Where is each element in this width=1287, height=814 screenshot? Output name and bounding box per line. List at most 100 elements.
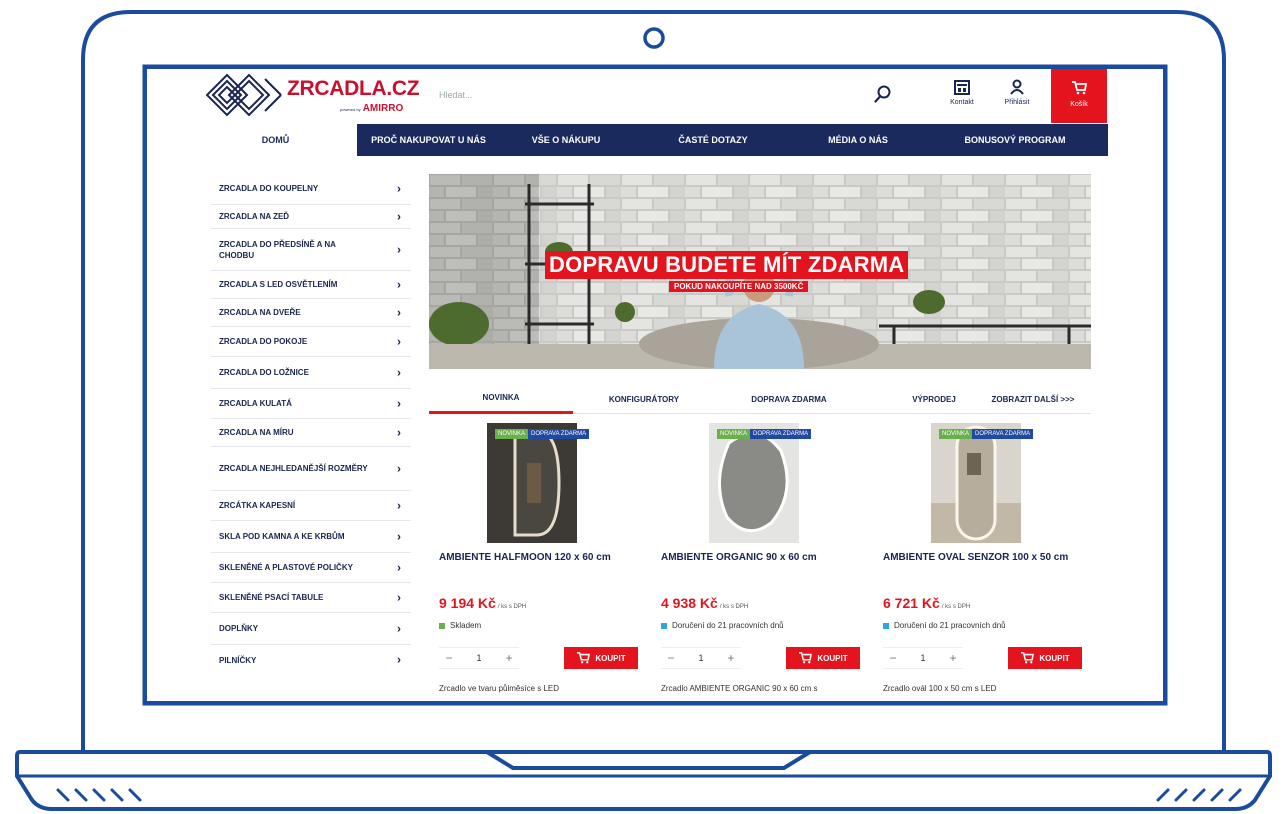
tab-doprava-zdarma[interactable]: DOPRAVA ZDARMA [729,384,849,414]
availability: Doručení do 21 pracovních dnů [883,621,1006,630]
nav-item-about-shopping[interactable]: VŠE O NÁKUPU [500,124,632,156]
sidebar-item-shelves[interactable]: SKLENĚNÉ A PLASTOVÉ POLIČKY › [211,553,411,583]
nav-item-faq[interactable]: ČASTÉ DOTAZY [632,124,794,156]
tab-show-more[interactable]: ZOBRAZIT DALŠÍ >>> [977,384,1089,414]
tab-vyprodej[interactable]: VÝPRODEJ [899,384,969,414]
product-image[interactable] [931,423,1021,543]
tab-konfiguratory[interactable]: KONFIGURÁTORY [589,384,699,414]
sidebar-item-accessories[interactable]: DOPLŇKY › [211,613,411,645]
qty-plus-button[interactable]: + [499,648,519,668]
nav-item-why-us[interactable]: PROČ NAKUPOVAT U NÁS [357,124,500,156]
sidebar-item-label: ZRCADLA DO KOUPELNY [219,184,319,193]
main-nav: DOMŮ PROČ NAKUPOVAT U NÁS VŠE O NÁKUPU Č… [194,124,1108,156]
quantity-stepper: − 1 + [883,647,963,669]
sidebar-item-led[interactable]: ZRCADLA S LED OSVĚTLENÍM › [211,271,411,299]
qty-minus-button[interactable]: − [883,648,903,668]
sidebar-item-room[interactable]: ZRCADLA DO POKOJE › [211,327,411,357]
chevron-right-icon: › [397,461,401,475]
qty-minus-button[interactable]: − [439,648,459,668]
cart-button[interactable]: Košík [1051,69,1107,123]
availability-dot-icon [439,622,445,629]
quantity-stepper: − 1 + [661,647,741,669]
buy-button[interactable]: KOUPIT [786,647,860,669]
chevron-right-icon: › [397,560,401,574]
cart-icon [1021,652,1035,664]
login-link[interactable]: Přihlásit [992,75,1042,121]
sidebar-item-bedroom[interactable]: ZRCADLA DO LOŽNICE › [211,357,411,389]
product-image[interactable] [709,423,799,543]
search-icon [874,85,891,103]
badge-free-shipping: DOPRAVA ZDARMA [750,429,812,439]
sidebar-item-nail-files[interactable]: PILNÍČKY › [211,645,411,675]
chevron-right-icon: › [397,305,401,319]
qty-value[interactable]: 1 [920,653,925,663]
sidebar-item-stove-glass[interactable]: SKLA POD KAMNA A KE KRBŮM › [211,521,411,553]
product-tabs: NOVINKA KONFIGURÁTORY DOPRAVA ZDARMA VÝP… [429,384,1091,414]
contact-label: Kontakt [950,99,974,106]
logo-powered-label: powered by [340,107,361,112]
product-badges: NOVINKA DOPRAVA ZDARMA [495,429,590,439]
nav-item-media[interactable]: MÉDIA O NÁS [794,124,922,156]
buy-button[interactable]: KOUPIT [564,647,638,669]
product-name[interactable]: AMBIENTE ORGANIC 90 x 60 cm [661,550,851,565]
sidebar-item-hallway[interactable]: ZRCADLA DO PŘEDSÍNĚ A NA CHODBU › [211,229,411,271]
product-card: NOVINKA DOPRAVA ZDARMA AMBIENTE OVAL SEN… [873,423,1083,701]
user-icon [1010,79,1024,95]
qty-plus-button[interactable]: + [721,648,741,668]
sidebar-item-bathroom[interactable]: ZRCADLA DO KOUPELNY › [211,173,411,205]
chevron-right-icon: › [397,498,401,512]
sidebar-item-label: SKLA POD KAMNA A KE KRBŮM [219,532,345,541]
site-logo[interactable]: ZRCADLA.CZ powered by AMIRRO [205,73,425,117]
sidebar-item-doors[interactable]: ZRCADLA NA DVEŘE › [211,299,411,327]
sidebar-item-label: ZRCÁTKA KAPESNÍ [219,501,296,510]
qty-value[interactable]: 1 [698,653,703,663]
nav-item-bonus-program[interactable]: BONUSOVÝ PROGRAM [922,124,1108,156]
nav-item-home[interactable]: DOMŮ [194,124,357,156]
cart-label: Košík [1070,101,1088,108]
chevron-right-icon: › [397,396,401,410]
sidebar-item-custom[interactable]: ZRCADLA NA MÍRU › [211,419,411,447]
product-name[interactable]: AMBIENTE HALFMOON 120 x 60 cm [439,550,629,565]
price-unit: / ks s DPH [719,604,749,610]
sidebar-item-round[interactable]: ZRCADLA KULATÁ › [211,389,411,419]
buy-label: KOUPIT [1039,653,1070,663]
tab-novinka[interactable]: NOVINKA [429,384,573,414]
chevron-right-icon: › [397,209,401,223]
badge-new: NOVINKA [717,429,751,439]
category-sidebar: ZRCADLA DO KOUPELNY › ZRCADLA NA ZEĎ › ZRC… [211,173,411,675]
login-label: Přihlásit [1004,99,1030,106]
availability-text: Skladem [450,621,482,630]
qty-value[interactable]: 1 [476,653,481,663]
banner-title: DOPRAVU BUDETE MÍT ZDARMA [545,251,909,279]
product-card: NOVINKA DOPRAVA ZDARMA AMBIENTE ORGANIC … [651,423,861,701]
product-price: 4 938 Kč / ks s DPH [661,595,748,613]
sidebar-item-label: ZRCADLA NA MÍRU [219,428,294,437]
buy-label: KOUPIT [817,653,848,663]
laptop-screen: ZRCADLA.CZ powered byAMIRRO Kontakt [147,69,1163,701]
availability-text: Doručení do 21 pracovních dnů [894,621,1006,630]
availability: Skladem [439,621,481,630]
sidebar-item-wall[interactable]: ZRCADLA NA ZEĎ › [211,205,411,229]
cart-icon [577,652,591,664]
search-button[interactable] [869,79,897,109]
chevron-right-icon: › [397,181,401,195]
logo-brand: AMIRRO [362,103,404,114]
product-name[interactable]: AMBIENTE OVAL SENZOR 100 x 50 cm [883,550,1073,565]
search-input[interactable] [435,79,905,111]
logo-powered-by: powered by AMIRRO [340,103,403,114]
sidebar-item-pocket[interactable]: ZRCÁTKA KAPESNÍ › [211,491,411,521]
banner-subtitle: POKUD NAKOUPÍTE NAD 3500KČ [669,281,809,292]
price-value: 6 721 Kč [883,595,940,611]
chevron-right-icon: › [397,621,401,635]
chevron-right-icon: › [397,652,401,667]
buy-button[interactable]: KOUPIT [1008,647,1082,669]
product-image[interactable] [487,423,577,543]
qty-plus-button[interactable]: + [943,648,963,668]
sidebar-item-popular-sizes[interactable]: ZRCADLA NEJHLEDANĚJŠÍ ROZMĚRY › [211,447,411,491]
chevron-right-icon: › [397,590,401,604]
qty-minus-button[interactable]: − [661,648,681,668]
logo-text: ZRCADLA.CZ [287,77,420,100]
sidebar-item-writing-boards[interactable]: SKLENĚNÉ PSACÍ TABULE › [211,583,411,613]
contact-link[interactable]: Kontakt [937,75,987,121]
promo-banner[interactable]: DOPRAVU BUDETE MÍT ZDARMA POKUD NAKOUPÍT… [429,174,1091,369]
